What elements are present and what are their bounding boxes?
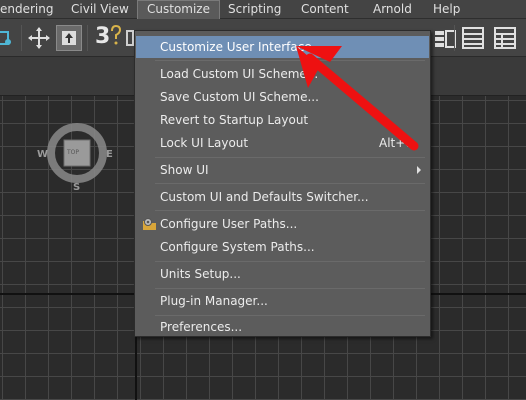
toolbar-separator [21,25,22,51]
menu-item-configure-user-paths[interactable]: Configure User Paths... [136,213,429,235]
menu-separator [155,210,425,211]
snap-3d-icon[interactable]: 3 [92,24,126,51]
menu-item-label: Configure System Paths... [160,240,315,254]
link-icon[interactable] [0,25,18,51]
place-icon[interactable] [56,25,82,51]
scene-explorer-icon[interactable] [460,25,486,51]
menu-item-configure-system-paths[interactable]: Configure System Paths... [136,236,429,258]
menu-item-label: Custom UI and Defaults Switcher... [160,190,369,204]
menu-item-units-setup[interactable]: Units Setup... [136,263,429,285]
menu-customize[interactable]: Customize [137,0,220,19]
menu-item-label: Configure User Paths... [160,217,298,231]
menu-item-show-ui[interactable]: Show UI [136,159,429,181]
menu-separator [155,157,425,158]
menu-civil-view[interactable]: Civil View [62,0,138,19]
menu-arnold[interactable]: Arnold [364,0,421,19]
menu-separator [155,183,425,184]
red-arrow-annotation-icon [296,46,419,151]
menu-help[interactable]: Help [424,0,469,19]
menu-rendering[interactable]: endering [0,0,62,19]
menu-item-label: Lock UI Layout [160,136,249,150]
layer-explorer-icon[interactable] [492,25,518,51]
menu-item-plugin-manager[interactable]: Plug-in Manager... [136,290,429,312]
viewcube[interactable]: TOP W E S [37,116,114,193]
menu-item-label: Plug-in Manager... [160,294,268,308]
menu-item-label: Show UI [160,163,209,177]
folder-gear-icon [142,216,158,232]
menu-content[interactable]: Content [292,0,358,19]
menu-scripting[interactable]: Scripting [219,0,290,19]
menu-item-label: Units Setup... [160,267,241,281]
toolbar-separator [454,25,455,51]
menu-separator [155,288,425,289]
move-icon[interactable] [26,25,52,51]
menu-separator [155,261,425,262]
compass-west-label: W [37,149,49,160]
menu-item-preferences[interactable]: Preferences... [136,316,429,338]
menu-bar: endering Civil View Customize Scripting … [0,0,526,19]
viewcube-face-label[interactable]: TOP [67,149,79,156]
menu-item-custom-ui-defaults-switcher[interactable]: Custom UI and Defaults Switcher... [136,186,429,208]
submenu-arrow-icon [417,166,421,174]
compass-south-label: S [73,182,81,193]
compass-east-label: E [106,149,113,160]
menu-item-label: Preferences... [160,320,243,334]
toolbar-separator [87,25,88,51]
